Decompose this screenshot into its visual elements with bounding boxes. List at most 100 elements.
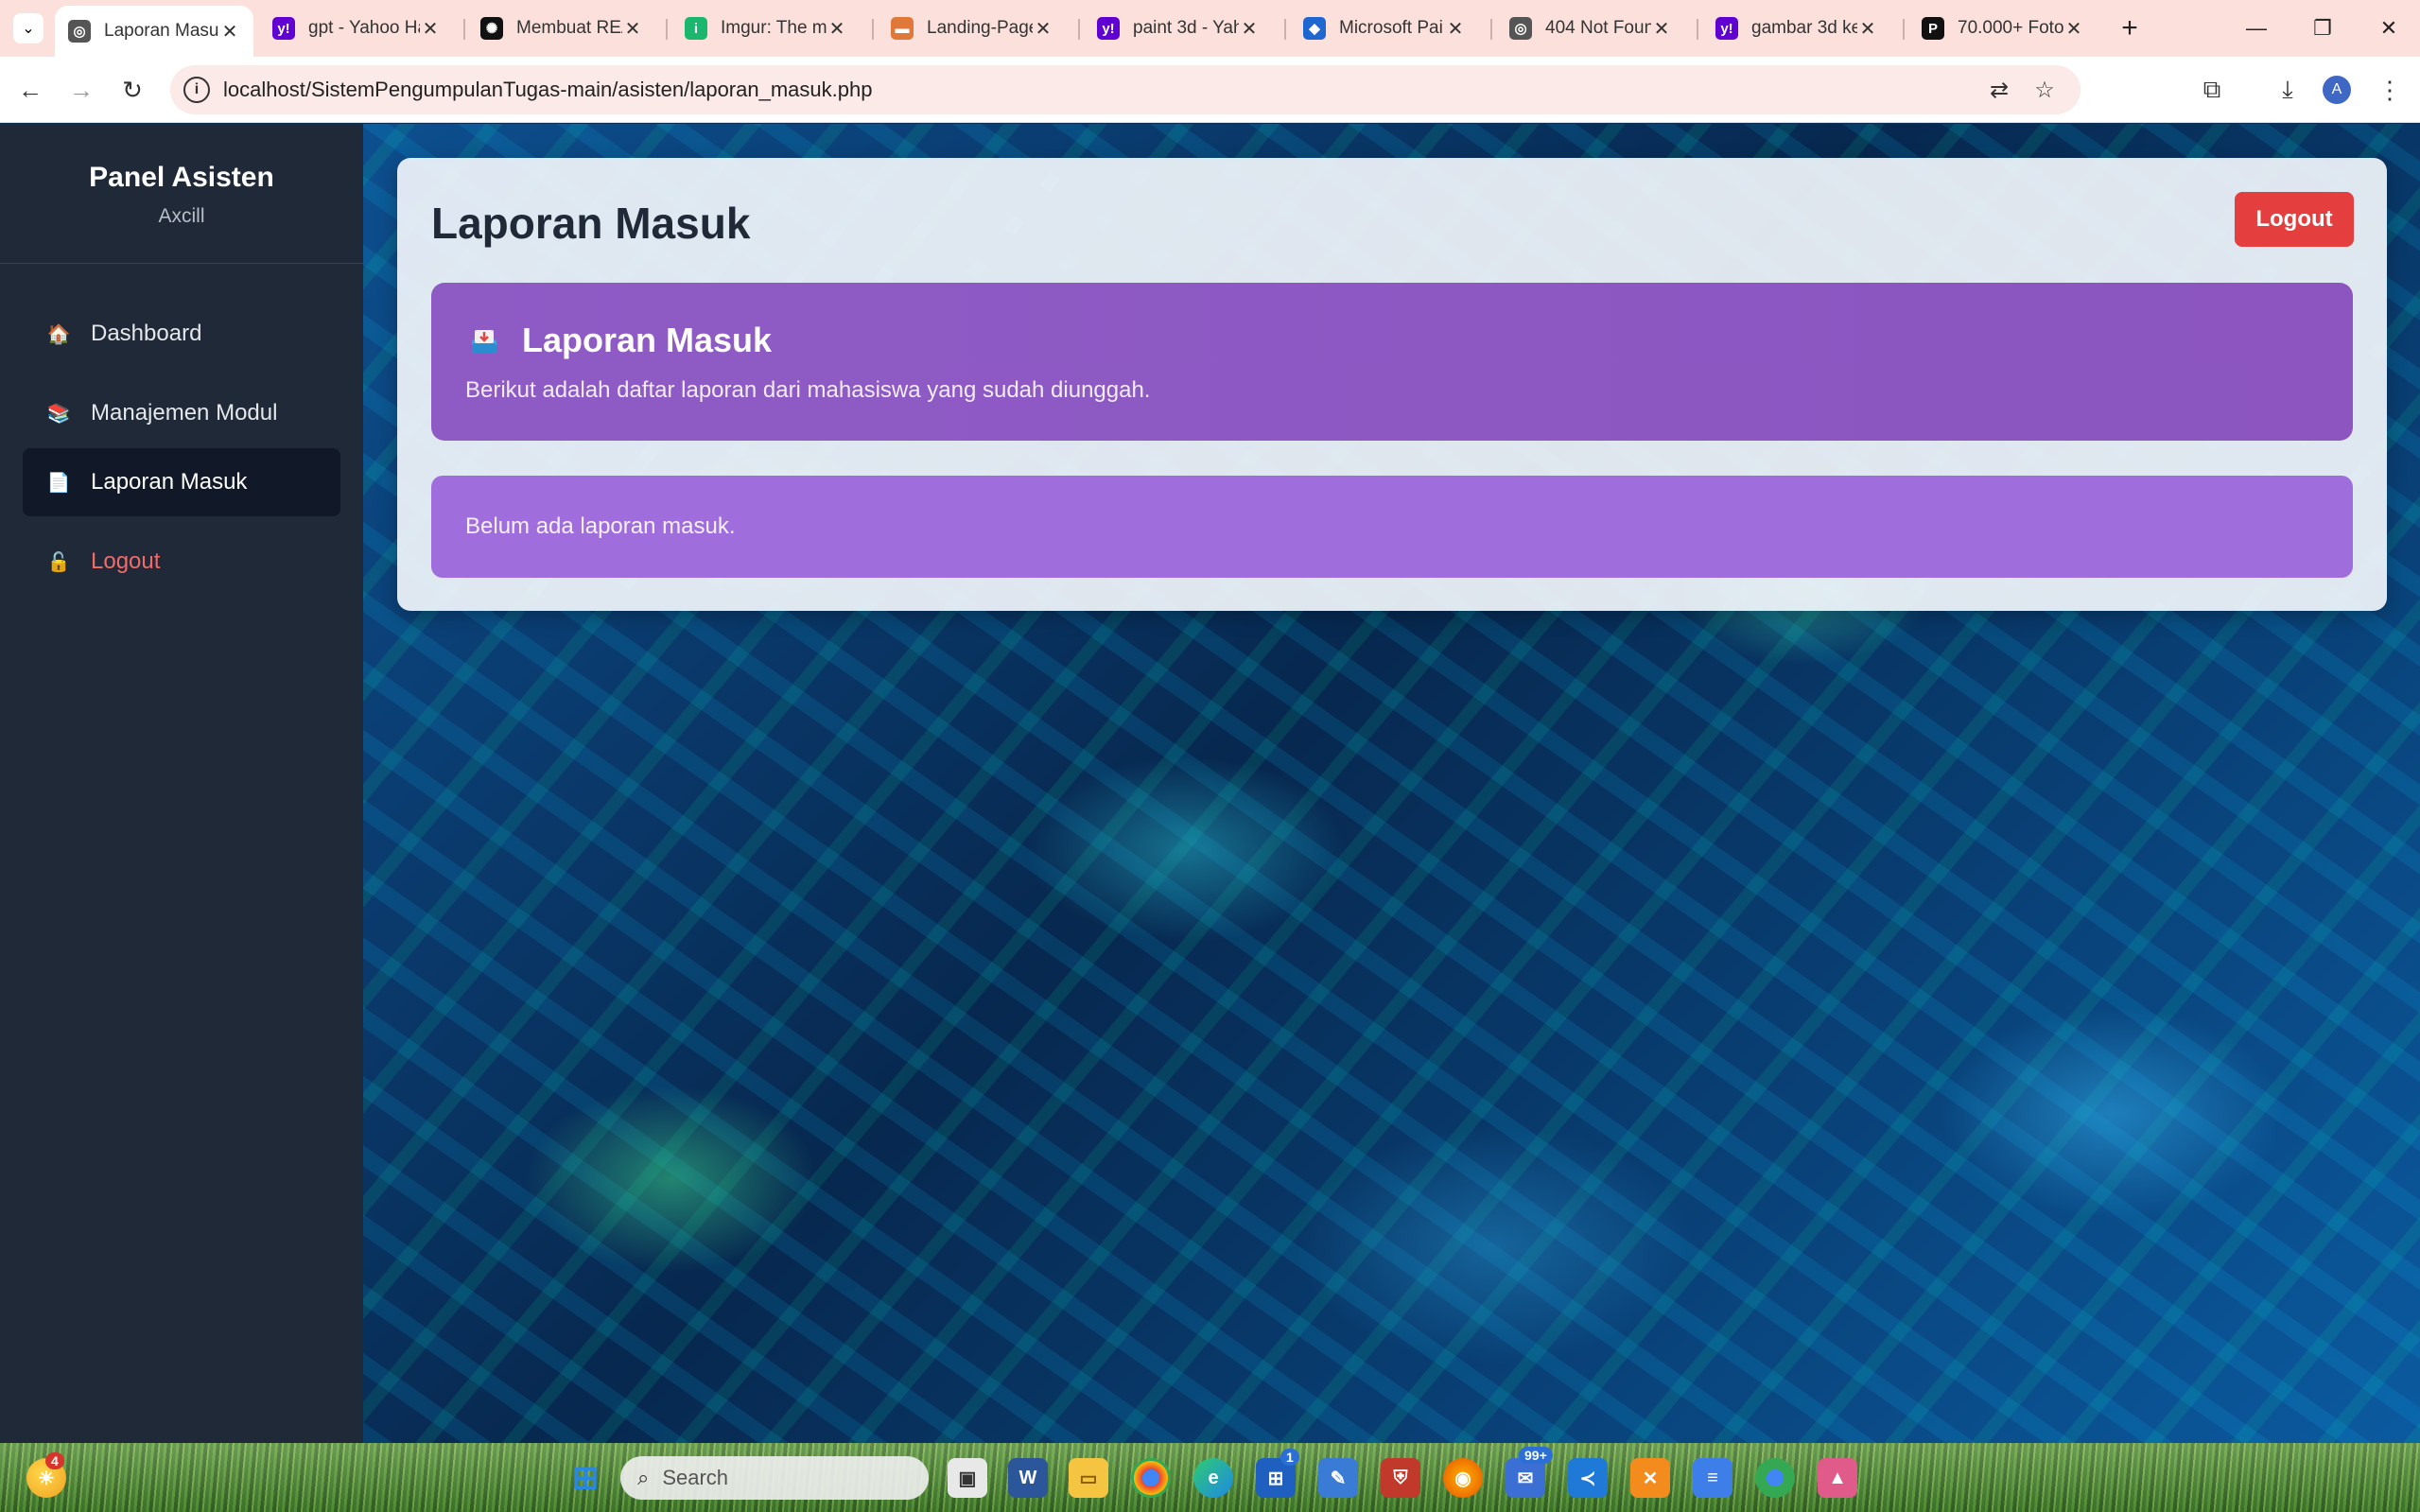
banner-title: Laporan Masuk	[522, 321, 773, 359]
xampp-icon[interactable]: ✕	[1630, 1458, 1670, 1498]
page-title: Laporan Masuk	[431, 199, 751, 248]
tab-gambar-3d[interactable]: y! gambar 3d ke ✕	[1702, 6, 1891, 51]
tab-404[interactable]: ◎ 404 Not Foun ✕	[1496, 6, 1685, 51]
imgur-icon: i	[685, 17, 707, 40]
close-icon[interactable]: ✕	[622, 17, 643, 41]
profile-avatar[interactable]: A	[2323, 76, 2351, 104]
close-icon[interactable]: ✕	[219, 20, 240, 43]
sidebar-item-laporan-masuk[interactable]: 📄 Laporan Masuk	[23, 448, 340, 516]
forward-icon[interactable]: →	[61, 69, 102, 111]
sidebar-item-label: Dashboard	[91, 321, 202, 346]
sidebar-item-logout[interactable]: 🔓 Logout	[23, 528, 340, 596]
tab-divider	[1284, 19, 1286, 40]
weather-badge: 4	[45, 1452, 64, 1469]
close-icon[interactable]: ✕	[827, 17, 847, 41]
yahoo-icon: y!	[1715, 17, 1738, 40]
openai-icon: ✺	[480, 17, 503, 40]
browser-tab-strip: ⌄ ◎ Laporan Masuk ✕ y! gpt - Yahoo Hasil…	[0, 0, 2420, 57]
close-icon[interactable]: ✕	[1033, 17, 1053, 41]
file-explorer-icon[interactable]: ▭	[1069, 1458, 1108, 1498]
chrome-profile-icon[interactable]	[1755, 1458, 1795, 1498]
banner-description: Berikut adalah daftar laporan dari mahas…	[465, 377, 1151, 403]
close-icon[interactable]: ✕	[2063, 17, 2084, 41]
photos-icon[interactable]: ▲	[1818, 1458, 1857, 1498]
notifications-app-icon[interactable]: ✉	[1506, 1458, 1545, 1498]
tab-title: Laporan Masuk	[104, 21, 219, 41]
unlock-icon: 🔓	[46, 551, 71, 573]
edge-icon[interactable]: e	[1193, 1458, 1233, 1498]
notification-badge: 99+	[1519, 1447, 1553, 1464]
tab-paint-3d[interactable]: y! paint 3d - Yah ✕	[1084, 6, 1273, 51]
close-icon[interactable]: ✕	[420, 17, 441, 41]
close-window-icon[interactable]: ✕	[2360, 9, 2417, 47]
tab-divider	[1078, 19, 1080, 40]
search-placeholder: Search	[662, 1466, 729, 1489]
shield-app-icon[interactable]: ⛨	[1381, 1458, 1420, 1498]
globe-icon: ◎	[1509, 17, 1532, 40]
logout-button[interactable]: Logout	[2235, 192, 2354, 247]
download-icon[interactable]: ⤓	[2270, 72, 2306, 108]
minimize-icon[interactable]: —	[2228, 9, 2285, 47]
tab-title: paint 3d - Yah	[1133, 18, 1239, 38]
web-page: Panel Asisten Axcill 🏠 Dashboard 📚 Manaj…	[0, 124, 2420, 1443]
taskbar: ☀ 4 ⊞ ⌕ Search ▣ W ▭ e ⊞ 1 ✎ ⛨ ◉ ✉ 99+ ≺…	[0, 1443, 2420, 1512]
main-card: Laporan Masuk Logout Laporan Masuk Berik…	[397, 158, 2387, 611]
tab-foto[interactable]: P 70.000+ Foto ✕	[1908, 6, 2098, 51]
empty-state-message: Belum ada laporan masuk.	[431, 476, 2353, 578]
close-icon[interactable]: ✕	[1857, 17, 1878, 41]
tab-title: Membuat REA	[516, 18, 622, 38]
menu-icon[interactable]: ⋮	[2372, 72, 2408, 108]
tab-membuat-rea[interactable]: ✺ Membuat REA ✕	[467, 6, 656, 51]
sidebar-item-label: Laporan Masuk	[91, 469, 248, 495]
close-icon[interactable]: ✕	[1445, 17, 1466, 41]
tab-title: Landing-Page	[927, 18, 1033, 38]
notepad-icon[interactable]: ≡	[1693, 1458, 1732, 1498]
sidebar-item-label: Logout	[91, 548, 161, 574]
inbox-tray-icon	[472, 330, 496, 354]
paint-app-icon[interactable]: ✎	[1318, 1458, 1358, 1498]
sidebar-title: Panel Asisten	[89, 162, 274, 193]
pexels-icon: P	[1922, 17, 1944, 40]
tab-divider	[1490, 19, 1492, 40]
chrome-icon[interactable]	[1131, 1458, 1171, 1498]
windows-start-icon[interactable]: ⊞	[566, 1458, 605, 1498]
yahoo-icon: y!	[272, 17, 295, 40]
back-icon[interactable]: ←	[9, 69, 51, 111]
translate-icon[interactable]: ⇄	[1984, 75, 2014, 105]
tab-title: Imgur: The m	[721, 18, 827, 38]
vscode-icon[interactable]: ≺	[1568, 1458, 1608, 1498]
tab-gpt-yahoo[interactable]: y! gpt - Yahoo Hasil ✕	[259, 6, 454, 51]
close-icon[interactable]: ✕	[1239, 17, 1260, 41]
restore-icon[interactable]: ❐	[2294, 9, 2351, 47]
globe-icon: ◎	[68, 20, 91, 43]
address-bar[interactable]: i localhost/SistemPengumpulanTugas-main/…	[170, 65, 2081, 114]
tab-landing-page[interactable]: ▬ Landing-Page ✕	[878, 6, 1067, 51]
close-icon[interactable]: ✕	[1651, 17, 1672, 41]
tab-search-icon[interactable]: ⌄	[13, 13, 44, 43]
taskbar-search[interactable]: ⌕ Search	[620, 1456, 929, 1500]
extensions-icon[interactable]: ⧉	[2194, 72, 2230, 108]
new-tab-icon[interactable]: +	[2113, 11, 2147, 45]
firefox-icon[interactable]: ◉	[1443, 1458, 1483, 1498]
reload-icon[interactable]: ↻	[112, 69, 153, 111]
house-icon: 🏠	[46, 323, 71, 345]
paint-icon: ◆	[1303, 17, 1326, 40]
word-icon[interactable]: W	[1008, 1458, 1048, 1498]
sidebar-item-dashboard[interactable]: 🏠 Dashboard	[23, 300, 340, 368]
tab-microsoft-paint[interactable]: ◆ Microsoft Pai ✕	[1290, 6, 1479, 51]
tab-laporan-masuk[interactable]: ◎ Laporan Masuk ✕	[55, 6, 253, 57]
bookmark-star-icon[interactable]: ☆	[2029, 75, 2060, 105]
store-badge: 1	[1280, 1449, 1299, 1466]
task-view-icon[interactable]: ▣	[948, 1458, 987, 1498]
tab-title: gambar 3d ke	[1751, 18, 1857, 38]
sidebar-item-label: Manajemen Modul	[91, 400, 278, 426]
url-text[interactable]: localhost/SistemPengumpulanTugas-main/as…	[223, 78, 872, 102]
tab-title: gpt - Yahoo Hasil	[308, 18, 420, 38]
tab-divider	[463, 19, 465, 40]
sidebar-item-manajemen-modul[interactable]: 📚 Manajemen Modul	[23, 379, 340, 447]
tab-imgur[interactable]: i Imgur: The m ✕	[671, 6, 861, 51]
sidebar-divider	[0, 263, 363, 264]
site-info-icon[interactable]: i	[183, 77, 210, 103]
tab-divider	[666, 19, 668, 40]
tab-title: 404 Not Foun	[1545, 18, 1651, 38]
